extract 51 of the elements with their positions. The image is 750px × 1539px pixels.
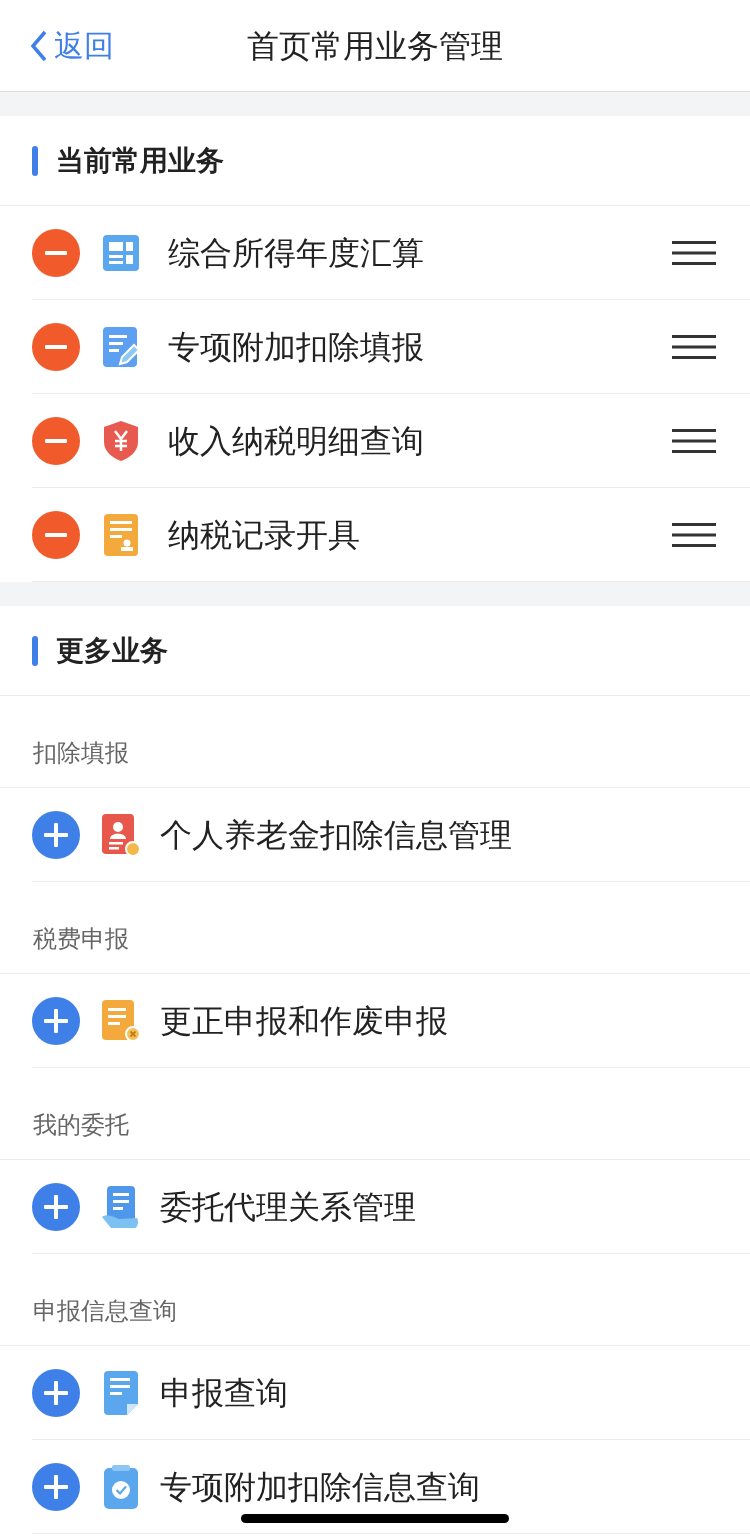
plus-icon bbox=[44, 822, 68, 847]
document-pen-icon bbox=[102, 325, 140, 368]
document-hand-icon bbox=[101, 1184, 141, 1229]
minus-icon bbox=[45, 344, 67, 349]
plus-icon bbox=[44, 1194, 68, 1219]
business-item[interactable]: 纳税记录开具 bbox=[168, 510, 360, 559]
accent-bar bbox=[32, 145, 38, 176]
grid-icon bbox=[102, 233, 140, 272]
drag-handle-icon[interactable] bbox=[672, 240, 716, 265]
remove-button[interactable] bbox=[32, 416, 80, 465]
plus-icon bbox=[44, 1380, 68, 1405]
add-button[interactable] bbox=[32, 1368, 80, 1417]
business-item[interactable]: 收入纳税明细查询 bbox=[168, 416, 424, 465]
back-button[interactable]: 返回 bbox=[30, 23, 114, 68]
shield-yuan-icon bbox=[103, 419, 139, 462]
add-button[interactable] bbox=[32, 996, 80, 1045]
accent-bar bbox=[32, 635, 38, 666]
business-item[interactable]: 综合所得年度汇算 bbox=[168, 228, 424, 277]
group-label: 我的委托 bbox=[33, 1110, 129, 1141]
minus-icon bbox=[45, 532, 67, 537]
remove-button[interactable] bbox=[32, 510, 80, 559]
add-button[interactable] bbox=[32, 1182, 80, 1231]
remove-button[interactable] bbox=[32, 322, 80, 371]
person-card-icon bbox=[101, 812, 141, 857]
add-button[interactable] bbox=[32, 1462, 80, 1511]
plus-icon bbox=[44, 1008, 68, 1033]
business-item[interactable]: 专项附加扣除信息查询 bbox=[160, 1462, 480, 1511]
business-item[interactable]: 专项附加扣除填报 bbox=[168, 322, 424, 371]
remove-button[interactable] bbox=[32, 228, 80, 277]
drag-handle-icon[interactable] bbox=[672, 334, 716, 359]
business-item[interactable]: 个人养老金扣除信息管理 bbox=[160, 810, 512, 859]
business-item[interactable]: 申报查询 bbox=[160, 1368, 288, 1417]
section-title: 更多业务 bbox=[56, 632, 168, 669]
business-item[interactable]: 委托代理关系管理 bbox=[160, 1182, 416, 1231]
page-title: 首页常用业务管理 bbox=[247, 25, 503, 67]
minus-icon bbox=[45, 438, 67, 443]
section-title: 当前常用业务 bbox=[56, 142, 224, 179]
document-cross-icon bbox=[101, 998, 141, 1043]
group-label: 扣除填报 bbox=[33, 738, 129, 769]
drag-handle-icon[interactable] bbox=[672, 428, 716, 453]
add-button[interactable] bbox=[32, 810, 80, 859]
minus-icon bbox=[45, 250, 67, 255]
document-icon bbox=[103, 1369, 139, 1416]
chevron-left-icon bbox=[30, 29, 48, 62]
group-label: 申报信息查询 bbox=[33, 1296, 177, 1327]
business-item[interactable]: 更正申报和作废申报 bbox=[160, 996, 448, 1045]
plus-icon bbox=[44, 1474, 68, 1499]
group-label: 税费申报 bbox=[33, 924, 129, 955]
document-stamp-icon bbox=[103, 512, 139, 557]
clipboard-check-icon bbox=[103, 1463, 139, 1510]
drag-handle-icon[interactable] bbox=[672, 522, 716, 547]
